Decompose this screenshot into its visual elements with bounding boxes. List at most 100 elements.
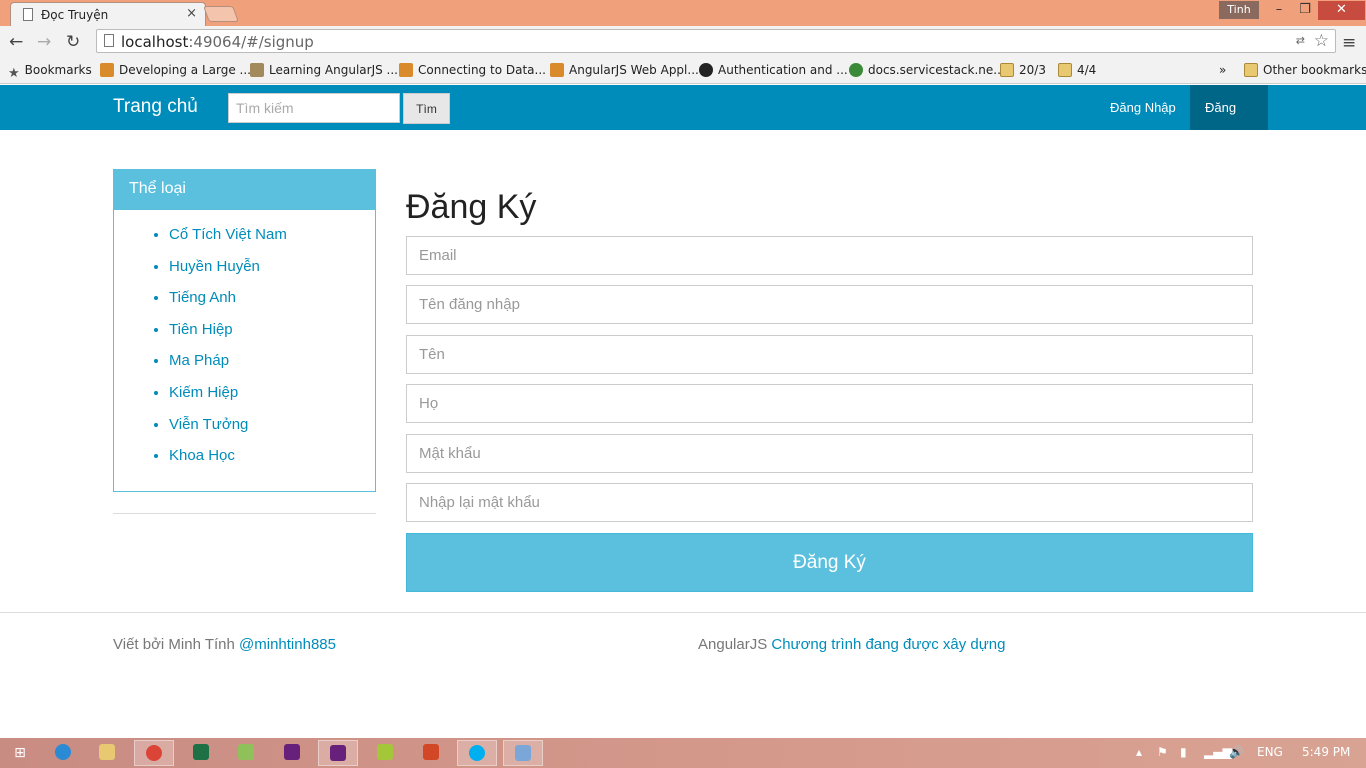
- chrome-icon[interactable]: [134, 740, 174, 766]
- folder-icon: [1244, 63, 1258, 77]
- address-bar[interactable]: localhost:49064/#/signup ⇄ ☆: [96, 29, 1336, 53]
- username-field[interactable]: [406, 285, 1253, 324]
- home-link[interactable]: Trang chủ: [113, 96, 198, 118]
- book-icon: [250, 63, 264, 77]
- servicestack-icon: [849, 63, 863, 77]
- restore-icon[interactable]: ❐: [1292, 1, 1318, 20]
- status-link[interactable]: Chương trình đang được xây dựng: [771, 636, 1005, 653]
- bookmark-item[interactable]: Developing a Large ...: [100, 63, 251, 77]
- category-list: Cổ Tích Việt Nam Huyền Huyễn Tiếng Anh T…: [114, 210, 375, 479]
- excel-icon[interactable]: [181, 740, 221, 766]
- browser-tab[interactable]: Đọc Truyện ×: [10, 2, 206, 26]
- bookmark-item[interactable]: Authentication and ...: [699, 63, 848, 77]
- volume-icon[interactable]: 🔊: [1229, 745, 1244, 759]
- browser-toolbar: ← → ↻ localhost:49064/#/signup ⇄ ☆ ≡: [0, 26, 1366, 58]
- app-icon[interactable]: [503, 740, 543, 766]
- translate-icon[interactable]: ⇄: [1296, 34, 1305, 47]
- folder-icon: [1058, 63, 1072, 77]
- angular-icon: [550, 63, 564, 77]
- ie-icon[interactable]: [43, 740, 83, 766]
- list-item: Tiên Hiệp: [169, 321, 375, 353]
- search-input[interactable]: [228, 93, 400, 123]
- firstname-field[interactable]: [406, 335, 1253, 374]
- email-field[interactable]: [406, 236, 1253, 275]
- visual-studio-icon[interactable]: [272, 740, 312, 766]
- bookmark-item[interactable]: docs.servicestack.ne...: [849, 63, 1005, 77]
- signal-icon[interactable]: ▂▄▆: [1204, 745, 1232, 759]
- file-explorer-icon[interactable]: [87, 740, 127, 766]
- list-item: Cổ Tích Việt Nam: [169, 226, 375, 258]
- flag-icon[interactable]: ⚑: [1157, 745, 1168, 759]
- start-icon[interactable]: ⊞: [0, 740, 40, 766]
- search-button[interactable]: Tìm: [403, 93, 450, 124]
- login-link[interactable]: Đăng Nhập: [1095, 85, 1191, 130]
- author-link[interactable]: @minhtinh885: [239, 636, 336, 653]
- category-link[interactable]: Cổ Tích Việt Nam: [169, 226, 287, 243]
- category-link[interactable]: Viễn Tưởng: [169, 416, 248, 433]
- github-icon: [699, 63, 713, 77]
- bookmark-item[interactable]: ★ Bookmarks: [8, 63, 92, 81]
- bookmark-item[interactable]: Connecting to Data...: [399, 63, 546, 77]
- profile-badge[interactable]: Tinh: [1219, 1, 1259, 19]
- list-item: Ma Pháp: [169, 352, 375, 384]
- list-item: Khoa Học: [169, 447, 375, 479]
- browser-titlebar: Đọc Truyện × Tinh – ❐ ✕: [0, 0, 1366, 26]
- category-panel: Thể loại Cổ Tích Việt Nam Huyền Huyễn Ti…: [113, 169, 376, 492]
- clock[interactable]: 5:49 PM: [1302, 745, 1350, 759]
- category-link[interactable]: Tiên Hiệp: [169, 321, 233, 338]
- battery-icon[interactable]: ▮: [1180, 745, 1187, 759]
- category-link[interactable]: Ma Pháp: [169, 352, 229, 369]
- lastname-field[interactable]: [406, 384, 1253, 423]
- page-icon: [23, 8, 33, 21]
- signup-submit-button[interactable]: Đăng Ký: [406, 533, 1253, 592]
- star-icon: ★: [8, 66, 20, 81]
- category-link[interactable]: Khoa Học: [169, 447, 235, 464]
- page-title: Đăng Ký: [406, 188, 537, 226]
- password-field[interactable]: [406, 434, 1253, 473]
- list-item: Tiếng Anh: [169, 289, 375, 321]
- footer-status: AngularJS Chương trình đang được xây dựn…: [698, 636, 1006, 653]
- windows-taskbar: ⊞ ▴ ⚑ ▮ ▂▄▆ 🔊 ENG 5:49 PM: [0, 738, 1366, 768]
- forward-icon[interactable]: →: [37, 32, 51, 52]
- tab-close-icon[interactable]: ×: [186, 6, 197, 21]
- list-item: Viễn Tưởng: [169, 416, 375, 448]
- visual-studio-icon[interactable]: [318, 740, 358, 766]
- bookmark-item[interactable]: Learning AngularJS ...: [250, 63, 398, 77]
- apps-icon[interactable]: [411, 740, 451, 766]
- bookmark-folder[interactable]: 4/4: [1058, 63, 1096, 77]
- signup-link[interactable]: Đăng Ký: [1190, 85, 1268, 160]
- reload-icon[interactable]: ↻: [66, 32, 80, 52]
- bookmarks-bar: ★ Bookmarks Developing a Large ... Learni…: [0, 58, 1366, 84]
- bookmark-star-icon[interactable]: ☆: [1314, 31, 1329, 51]
- angular-icon: [399, 63, 413, 77]
- sidebar-divider: [113, 513, 376, 514]
- tab-title: Đọc Truyện: [41, 8, 109, 22]
- footer-divider: [0, 612, 1366, 613]
- back-icon[interactable]: ←: [9, 32, 23, 52]
- bookmark-folder[interactable]: 20/3: [1000, 63, 1046, 77]
- list-item: Huyền Huyễn: [169, 258, 375, 290]
- category-heading: Thể loại: [114, 170, 375, 210]
- category-link[interactable]: Kiếm Hiệp: [169, 384, 238, 401]
- bookmark-item[interactable]: AngularJS Web Appl...: [550, 63, 699, 77]
- skype-icon[interactable]: [457, 740, 497, 766]
- chrome-menu-icon[interactable]: ≡: [1342, 33, 1356, 53]
- category-link[interactable]: Tiếng Anh: [169, 289, 236, 306]
- tray-expand-icon[interactable]: ▴: [1136, 745, 1142, 759]
- new-tab-button[interactable]: [203, 6, 239, 22]
- close-window-icon[interactable]: ✕: [1318, 1, 1365, 20]
- android-icon[interactable]: [365, 740, 405, 766]
- page-info-icon: [104, 34, 114, 47]
- confirm-password-field[interactable]: [406, 483, 1253, 522]
- angular-icon: [100, 63, 114, 77]
- bookmarks-overflow-icon[interactable]: »: [1219, 63, 1226, 77]
- language-indicator[interactable]: ENG: [1257, 745, 1283, 759]
- category-link[interactable]: Huyền Huyễn: [169, 258, 260, 275]
- notepad-icon[interactable]: [226, 740, 266, 766]
- list-item: Kiếm Hiệp: [169, 384, 375, 416]
- folder-icon: [1000, 63, 1014, 77]
- minimize-icon[interactable]: –: [1266, 1, 1292, 20]
- footer-credit: Viết bởi Minh Tính @minhtinh885: [113, 636, 336, 653]
- other-bookmarks[interactable]: Other bookmarks: [1244, 63, 1366, 77]
- url-text: localhost:49064/#/signup: [121, 33, 314, 51]
